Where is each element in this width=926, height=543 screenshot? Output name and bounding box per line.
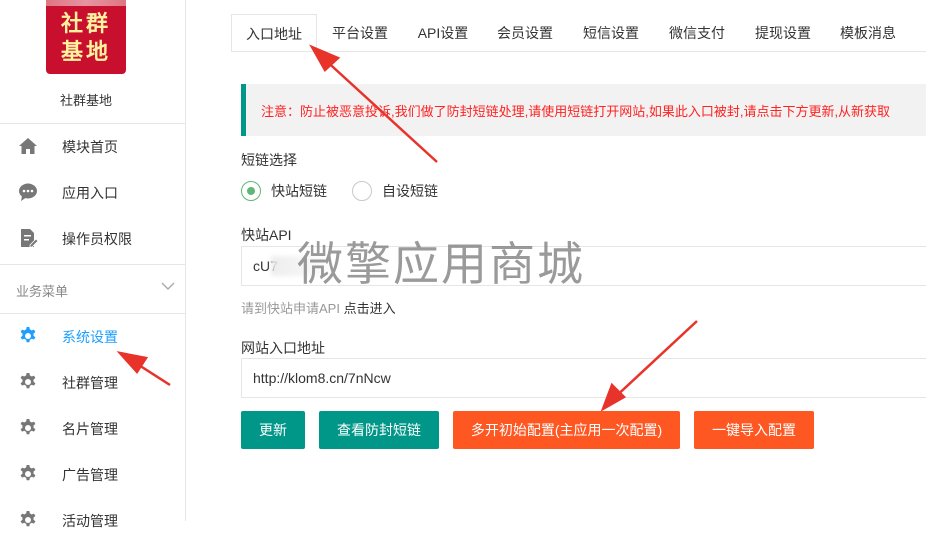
section-title: 业务菜单 bbox=[16, 284, 69, 299]
entry-url-label: 网站入口地址 bbox=[241, 340, 325, 356]
check-anti-block-link-button[interactable]: 查看防封短链 bbox=[319, 411, 439, 449]
api-label: 快站API bbox=[241, 227, 292, 243]
sidebar-item-label: 应用入口 bbox=[62, 185, 118, 201]
sidebar-item-system-settings[interactable]: 系统设置 bbox=[0, 313, 185, 359]
gear-icon bbox=[20, 373, 36, 389]
tab-api-settings[interactable]: API设置 bbox=[405, 14, 481, 52]
home-icon bbox=[19, 138, 37, 154]
gear-icon bbox=[20, 419, 36, 435]
sidebar-item-label: 广告管理 bbox=[62, 467, 118, 483]
sidebar-item-label: 名片管理 bbox=[62, 421, 118, 437]
logo: 社群 基地 bbox=[46, 0, 126, 74]
notice-text: 注意：防止被恶意投诉,我们做了防封短链处理,请使用短链打开网站,如果此入口被封,… bbox=[261, 104, 891, 119]
tab-wechat-pay[interactable]: 微信支付 bbox=[657, 14, 737, 52]
gear-icon bbox=[20, 327, 36, 343]
radio-label: 自设短链 bbox=[382, 183, 438, 199]
sidebar-item-label: 操作员权限 bbox=[62, 231, 132, 247]
radio-custom-short-link[interactable]: 自设短链 bbox=[352, 180, 438, 202]
tab-template-messages[interactable]: 模板消息 bbox=[828, 14, 908, 52]
api-hint-link[interactable]: 点击进入 bbox=[344, 301, 396, 316]
sidebar-item-activity-management[interactable]: 活动管理 bbox=[0, 497, 185, 543]
site-name: 社群基地 bbox=[59, 93, 112, 108]
radio-label: 快站短链 bbox=[271, 183, 327, 199]
logo-text-line2: 基地 bbox=[60, 39, 111, 65]
sidebar-item-label: 活动管理 bbox=[62, 513, 118, 529]
one-click-import-button[interactable]: 一键导入配置 bbox=[694, 411, 814, 449]
sidebar-item-ad-management[interactable]: 广告管理 bbox=[0, 451, 185, 497]
divider bbox=[0, 264, 186, 265]
gear-icon bbox=[20, 465, 36, 481]
radio-kuaizhan-short-link[interactable]: 快站短链 bbox=[241, 180, 327, 202]
api-hint: 请到快站申请API 点击进入 bbox=[241, 298, 396, 317]
sidebar-item-home[interactable]: 模块首页 bbox=[0, 123, 185, 169]
chat-icon bbox=[19, 183, 37, 201]
radio-checked-icon bbox=[241, 181, 261, 201]
tab-withdraw-settings[interactable]: 提现设置 bbox=[743, 14, 823, 52]
gear-icon bbox=[20, 511, 36, 527]
sidebar: 社群 基地 社群基地 模块首页 应用入口 操作员权限 业务菜单 系统设置 社群管… bbox=[0, 0, 186, 529]
sidebar-item-app-entry[interactable]: 应用入口 bbox=[0, 169, 185, 215]
chevron-down-icon[interactable] bbox=[160, 278, 176, 294]
sidebar-item-card-management[interactable]: 名片管理 bbox=[0, 405, 185, 451]
entry-url-input[interactable]: http://klom8.cn/7nNcw bbox=[241, 358, 926, 398]
sidebar-item-community-management[interactable]: 社群管理 bbox=[0, 359, 185, 405]
sidebar-item-label: 系统设置 bbox=[62, 329, 118, 345]
tab-sms-settings[interactable]: 短信设置 bbox=[571, 14, 651, 52]
update-button[interactable]: 更新 bbox=[241, 411, 305, 449]
watermark: 微擎应用商城 bbox=[297, 237, 585, 291]
multi-init-config-button[interactable]: 多开初始配置(主应用一次配置) bbox=[453, 411, 680, 449]
edit-doc-icon bbox=[21, 229, 38, 248]
tab-underline bbox=[231, 51, 926, 52]
main-content: 入口地址 平台设置 API设置 会员设置 短信设置 微信支付 提现设置 模板消息… bbox=[187, 0, 926, 521]
api-hint-text: 请到快站申请API bbox=[241, 301, 344, 316]
notice-banner: 注意：防止被恶意投诉,我们做了防封短链处理,请使用短链打开网站,如果此入口被封,… bbox=[241, 84, 926, 136]
radio-unchecked-icon bbox=[352, 181, 372, 201]
sidebar-item-operator-permissions[interactable]: 操作员权限 bbox=[0, 215, 185, 261]
sidebar-item-label: 模块首页 bbox=[62, 139, 118, 155]
tab-member-settings[interactable]: 会员设置 bbox=[485, 14, 565, 52]
tab-entry-address[interactable]: 入口地址 bbox=[231, 14, 317, 52]
tab-platform-settings[interactable]: 平台设置 bbox=[321, 14, 399, 52]
sidebar-item-label: 社群管理 bbox=[62, 375, 118, 391]
short-link-label: 短链选择 bbox=[241, 152, 297, 168]
